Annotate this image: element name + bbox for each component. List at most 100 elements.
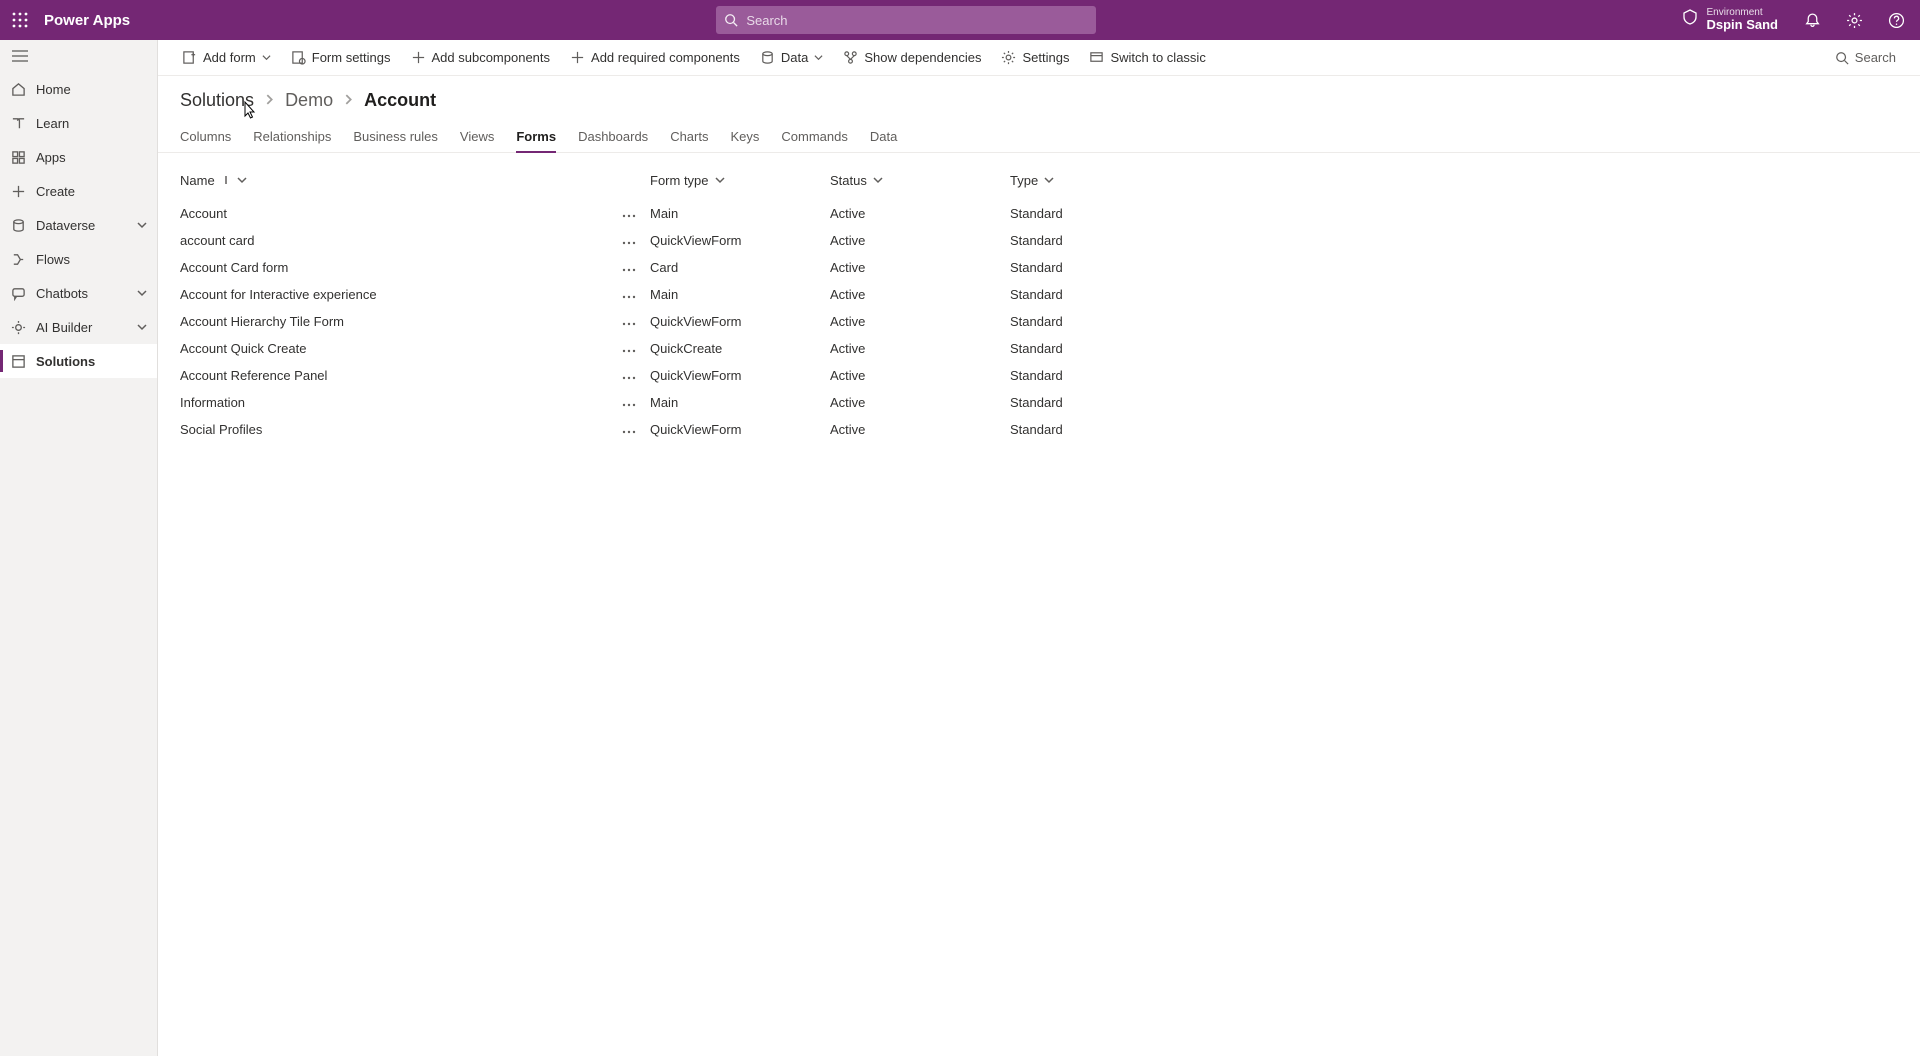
cmd-settings[interactable]: Settings: [993, 42, 1077, 74]
nav-solutions-label: Solutions: [36, 354, 95, 369]
cell-name: Social Profiles: [180, 422, 620, 437]
app-launcher-button[interactable]: [0, 0, 40, 40]
tab-data[interactable]: Data: [870, 123, 897, 152]
nav-dataverse-label: Dataverse: [36, 218, 95, 233]
hamburger-icon: [12, 50, 28, 62]
nav-home[interactable]: Home: [0, 72, 157, 106]
tab-charts[interactable]: Charts: [670, 123, 708, 152]
col-status[interactable]: Status: [830, 173, 1010, 188]
cmd-form-settings[interactable]: Form settings: [283, 42, 399, 74]
row-more-button[interactable]: [620, 395, 650, 410]
chevron-down-icon: [873, 173, 883, 188]
nav-flows[interactable]: Flows: [0, 242, 157, 276]
breadcrumb-demo[interactable]: Demo: [285, 90, 333, 111]
cell-name: Account for Interactive experience: [180, 287, 620, 302]
aibuilder-icon: [10, 319, 26, 335]
table-row[interactable]: Account for Interactive experience Main …: [180, 281, 1898, 308]
more-icon: [622, 376, 636, 380]
chatbots-icon: [10, 285, 26, 301]
nav-apps-label: Apps: [36, 150, 66, 165]
cell-form-type: QuickViewForm: [650, 233, 830, 248]
form-settings-icon: [291, 50, 306, 65]
row-more-button[interactable]: [620, 341, 650, 356]
tab-columns[interactable]: Columns: [180, 123, 231, 152]
nav-learn[interactable]: Learn: [0, 106, 157, 140]
row-more-button[interactable]: [620, 233, 650, 248]
entity-tabs: Columns Relationships Business rules Vie…: [158, 115, 1920, 153]
row-more-button[interactable]: [620, 206, 650, 221]
cmdbar-search[interactable]: Search: [1827, 50, 1904, 65]
tab-views[interactable]: Views: [460, 123, 494, 152]
cell-status: Active: [830, 287, 1010, 302]
gear-icon: [1001, 50, 1016, 65]
cell-form-type: Main: [650, 206, 830, 221]
more-icon: [622, 430, 636, 434]
search-icon: [724, 13, 738, 27]
tab-business-rules[interactable]: Business rules: [353, 123, 438, 152]
help-button[interactable]: [1876, 0, 1916, 40]
table-row[interactable]: Account Hierarchy Tile Form QuickViewFor…: [180, 308, 1898, 335]
col-form-type[interactable]: Form type: [650, 173, 830, 188]
cell-form-type: QuickViewForm: [650, 368, 830, 383]
table-row[interactable]: Account Main Active Standard: [180, 200, 1898, 227]
top-bar: Power Apps Search Environment Dspin Sand: [0, 0, 1920, 40]
table-row[interactable]: Account Reference Panel QuickViewForm Ac…: [180, 362, 1898, 389]
table-row[interactable]: Account Quick Create QuickCreate Active …: [180, 335, 1898, 362]
learn-icon: [10, 115, 26, 131]
tab-forms[interactable]: Forms: [516, 123, 556, 152]
nav-chatbots[interactable]: Chatbots: [0, 276, 157, 310]
command-bar: Add form Form settings Add subcomponents…: [158, 40, 1920, 76]
tab-keys[interactable]: Keys: [730, 123, 759, 152]
nav-create[interactable]: Create: [0, 174, 157, 208]
nav-dataverse[interactable]: Dataverse: [0, 208, 157, 242]
nav-apps[interactable]: Apps: [0, 140, 157, 174]
cmd-switch-classic[interactable]: Switch to classic: [1081, 42, 1213, 74]
collapse-nav-button[interactable]: [0, 40, 157, 72]
more-icon: [622, 403, 636, 407]
nav-solutions[interactable]: Solutions: [0, 344, 157, 378]
tab-dashboards[interactable]: Dashboards: [578, 123, 648, 152]
cell-type: Standard: [1010, 341, 1190, 356]
nav-learn-label: Learn: [36, 116, 69, 131]
col-type[interactable]: Type: [1010, 173, 1190, 188]
row-more-button[interactable]: [620, 260, 650, 275]
chevron-down-icon: [1044, 173, 1054, 188]
cmd-data[interactable]: Data: [752, 42, 831, 74]
row-more-button[interactable]: [620, 422, 650, 437]
cell-type: Standard: [1010, 287, 1190, 302]
cmd-show-dependencies[interactable]: Show dependencies: [835, 42, 989, 74]
cmd-add-subcomponents[interactable]: Add subcomponents: [403, 42, 559, 74]
row-more-button[interactable]: [620, 287, 650, 302]
cell-status: Active: [830, 341, 1010, 356]
table-row[interactable]: Information Main Active Standard: [180, 389, 1898, 416]
notifications-button[interactable]: [1792, 0, 1832, 40]
tab-relationships[interactable]: Relationships: [253, 123, 331, 152]
cmd-add-required[interactable]: Add required components: [562, 42, 748, 74]
breadcrumb-solutions[interactable]: Solutions: [180, 90, 254, 111]
row-more-button[interactable]: [620, 314, 650, 329]
global-search-input[interactable]: Search: [716, 6, 1096, 34]
more-icon: [622, 214, 636, 218]
col-name[interactable]: Name: [180, 173, 620, 188]
table-row[interactable]: Social Profiles QuickViewForm Active Sta…: [180, 416, 1898, 443]
cell-type: Standard: [1010, 368, 1190, 383]
chevron-right-icon: [343, 92, 354, 110]
cell-form-type: QuickViewForm: [650, 314, 830, 329]
chevron-down-icon: [137, 286, 147, 301]
tab-commands[interactable]: Commands: [781, 123, 847, 152]
col-type-label: Type: [1010, 173, 1038, 188]
cmd-form-settings-label: Form settings: [312, 50, 391, 65]
chevron-down-icon: [137, 218, 147, 233]
side-nav: Home Learn Apps Create Dataverse Flows C…: [0, 40, 158, 1056]
apps-icon: [10, 149, 26, 165]
cell-type: Standard: [1010, 422, 1190, 437]
cmd-add-form[interactable]: Add form: [174, 42, 279, 74]
settings-button[interactable]: [1834, 0, 1874, 40]
table-row[interactable]: Account Card form Card Active Standard: [180, 254, 1898, 281]
nav-aibuilder[interactable]: AI Builder: [0, 310, 157, 344]
environment-picker[interactable]: Environment Dspin Sand: [1682, 7, 1778, 32]
row-more-button[interactable]: [620, 368, 650, 383]
solutions-icon: [10, 353, 26, 369]
table-row[interactable]: account card QuickViewForm Active Standa…: [180, 227, 1898, 254]
brand-title[interactable]: Power Apps: [44, 12, 130, 29]
